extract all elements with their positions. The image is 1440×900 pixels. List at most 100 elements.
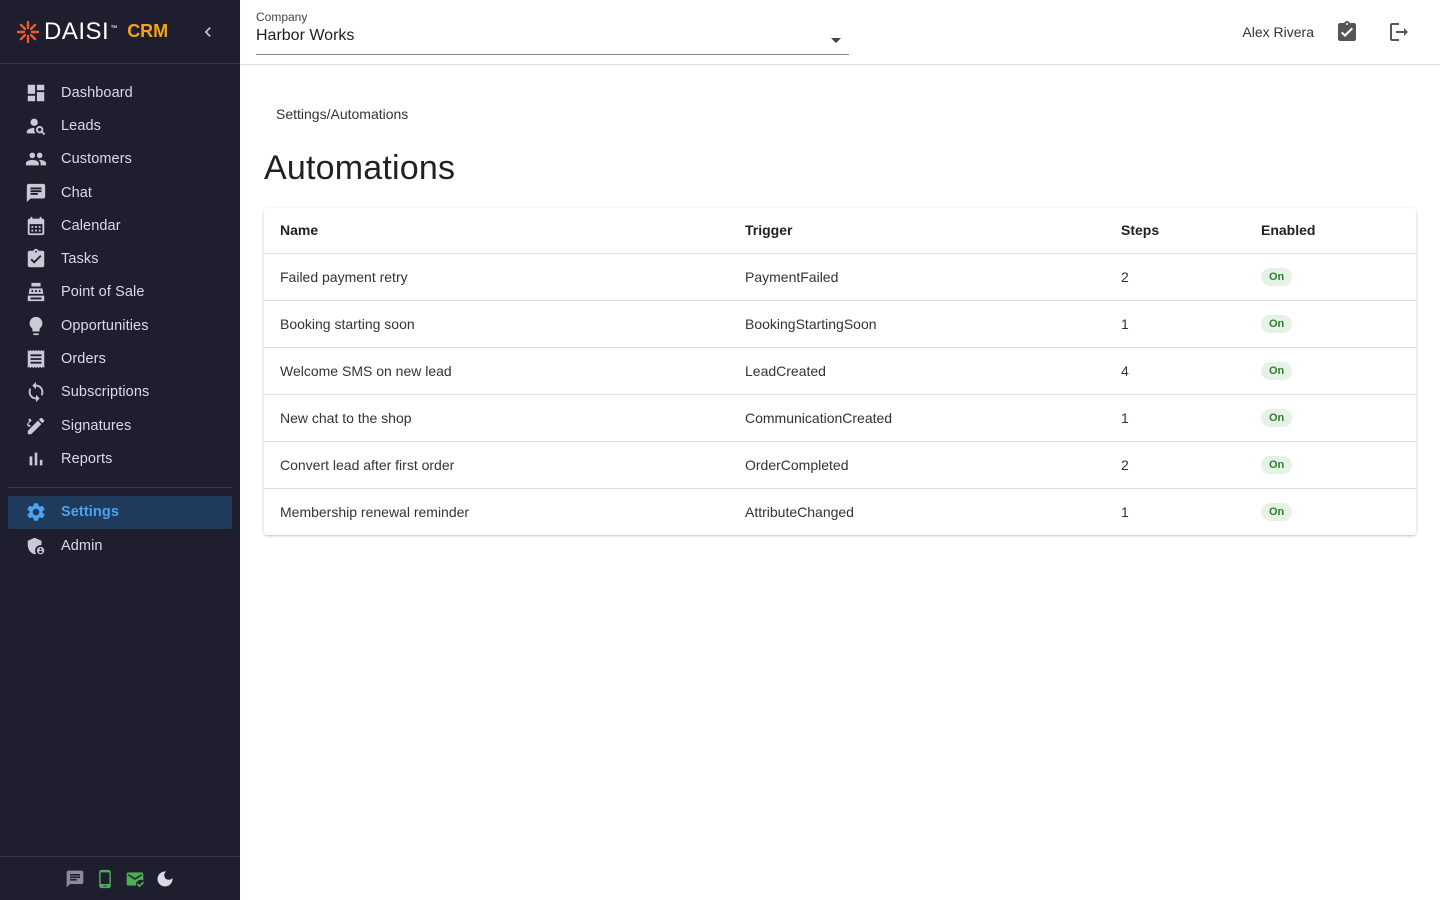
register-icon (25, 281, 47, 303)
sidebar-item-dashboard[interactable]: Dashboard (0, 76, 232, 109)
status-badge: On (1261, 268, 1293, 286)
sidebar-item-signatures[interactable]: Signatures (0, 409, 232, 442)
sidebar-item-label: Reports (61, 450, 113, 467)
logo-bar: DAISI ™ CRM (0, 0, 240, 64)
automation-name: Membership renewal reminder (280, 503, 470, 520)
breadcrumb: Settings/Automations (276, 106, 409, 122)
sidebar-item-label: Tasks (61, 251, 99, 268)
page-title: Automations (264, 149, 456, 187)
sidebar-item-label: Settings (61, 504, 119, 521)
receipt-icon (25, 348, 47, 370)
mail-check-icon[interactable] (125, 869, 145, 889)
main-nav: Dashboard Leads Customers Chat Calendar … (0, 64, 240, 562)
automation-trigger: AttributeChanged (745, 503, 854, 520)
sidebar-item-customers[interactable]: Customers (0, 143, 232, 176)
logo-crm: CRM (127, 21, 169, 41)
chevron-left-icon (204, 27, 211, 37)
logo-text: DAISI (44, 17, 110, 45)
people-icon (25, 148, 47, 170)
automation-trigger: PaymentFailed (729, 253, 1105, 301)
clipboard-check-icon[interactable] (1335, 20, 1359, 44)
calendar-icon (25, 215, 47, 237)
table-row[interactable]: New chat to the shop CommunicationCreate… (264, 394, 1416, 442)
collapse-sidebar-button[interactable] (198, 22, 218, 42)
sidebar-item-label: Chat (61, 184, 93, 201)
table-row[interactable]: Booking starting soon BookingStartingSoo… (264, 300, 1416, 348)
column-header-trigger[interactable]: Trigger (729, 208, 1105, 254)
sidebar-item-tasks[interactable]: Tasks (0, 242, 232, 275)
chat-icon (25, 182, 47, 204)
dashboard-icon (25, 82, 47, 104)
automation-trigger: LeadCreated (729, 347, 1105, 395)
status-badge: On (1261, 409, 1293, 427)
sidebar-item-subscriptions[interactable]: Subscriptions (0, 376, 232, 409)
nav-divider (8, 486, 232, 488)
company-value: Harbor Works (256, 27, 355, 44)
automation-steps: 1 (1121, 503, 1129, 520)
phone-icon[interactable] (95, 869, 115, 889)
sidebar-item-point-of-sale[interactable]: Point of Sale (0, 276, 232, 309)
automations-table-card: Name Trigger Steps Enabled Failed paymen… (264, 208, 1416, 535)
automation-name: Booking starting soon (264, 300, 729, 348)
sidebar-item-leads[interactable]: Leads (0, 109, 232, 142)
automation-steps: 1 (1105, 394, 1245, 442)
sidebar-item-label: Customers (61, 151, 132, 168)
bar-chart-icon (25, 448, 47, 470)
company-select[interactable]: Company Harbor Works (256, 10, 849, 55)
sync-icon (25, 381, 47, 403)
lightbulb-icon (25, 315, 47, 337)
sidebar-item-chat[interactable]: Chat (0, 176, 232, 209)
logout-icon[interactable] (1387, 20, 1411, 44)
automation-name: Failed payment retry (264, 253, 729, 301)
sidebar-item-label: Opportunities (61, 317, 149, 334)
sidebar-item-calendar[interactable]: Calendar (0, 209, 232, 242)
sidebar: DAISI ™ CRM Dashboard Leads Customers Cha… (0, 0, 240, 900)
table-row[interactable]: Membership renewal reminder AttributeCha… (264, 488, 1416, 535)
table-row[interactable]: Convert lead after first order OrderComp… (264, 441, 1416, 489)
message-icon[interactable] (65, 869, 85, 889)
company-label: Company (256, 10, 308, 24)
column-header-steps[interactable]: Steps (1105, 208, 1245, 254)
automation-trigger: CommunicationCreated (729, 394, 1105, 442)
automation-name: Convert lead after first order (264, 441, 729, 489)
daisi-logo-icon (16, 20, 40, 43)
automation-steps: 4 (1105, 347, 1245, 395)
status-badge: On (1261, 362, 1293, 380)
automations-table: Name Trigger Steps Enabled Failed paymen… (264, 208, 1416, 535)
sidebar-item-label: Dashboard (61, 84, 133, 101)
sidebar-item-reports[interactable]: Reports (0, 442, 232, 475)
table-row[interactable]: Welcome SMS on new lead LeadCreated 4 On (264, 347, 1416, 395)
automation-trigger: BookingStartingSoon (729, 300, 1105, 348)
person-search-icon (25, 115, 47, 137)
sidebar-item-label: Calendar (61, 217, 121, 234)
sidebar-item-admin[interactable]: Admin (0, 529, 232, 562)
user-name: Alex Rivera (1242, 24, 1314, 40)
automation-trigger: OrderCompleted (729, 441, 1105, 489)
task-check-icon (25, 248, 47, 270)
sidebar-item-orders[interactable]: Orders (0, 342, 232, 375)
sidebar-item-label: Leads (61, 117, 102, 134)
admin-shield-icon (25, 535, 47, 557)
top-header: Company Harbor Works Alex Rivera (240, 0, 1440, 65)
automation-steps: 2 (1105, 441, 1245, 489)
automation-name: New chat to the shop (264, 394, 729, 442)
sidebar-item-label: Orders (61, 351, 106, 368)
sidebar-item-label: Admin (61, 537, 103, 554)
sidebar-item-label: Point of Sale (61, 284, 145, 301)
table-row[interactable]: Failed payment retry PaymentFailed 2 On (264, 253, 1416, 301)
table-header-row: Name Trigger Steps Enabled (264, 208, 1416, 254)
automation-name: Welcome SMS on new lead (264, 347, 729, 395)
automation-steps: 2 (1105, 253, 1245, 301)
status-badge: On (1261, 315, 1293, 333)
main-content: Settings/Automations Automations Name Tr… (240, 65, 1440, 900)
column-header-name[interactable]: Name (264, 208, 729, 254)
sidebar-item-settings[interactable]: Settings (8, 495, 232, 529)
signature-icon (25, 415, 47, 437)
column-header-enabled[interactable]: Enabled (1245, 208, 1416, 254)
gear-icon (25, 501, 47, 523)
sidebar-item-opportunities[interactable]: Opportunities (0, 309, 232, 342)
dropdown-arrow-icon (831, 38, 841, 43)
logo-trademark: ™ (110, 25, 118, 32)
moon-icon[interactable] (155, 869, 175, 889)
status-badge: On (1261, 456, 1293, 474)
